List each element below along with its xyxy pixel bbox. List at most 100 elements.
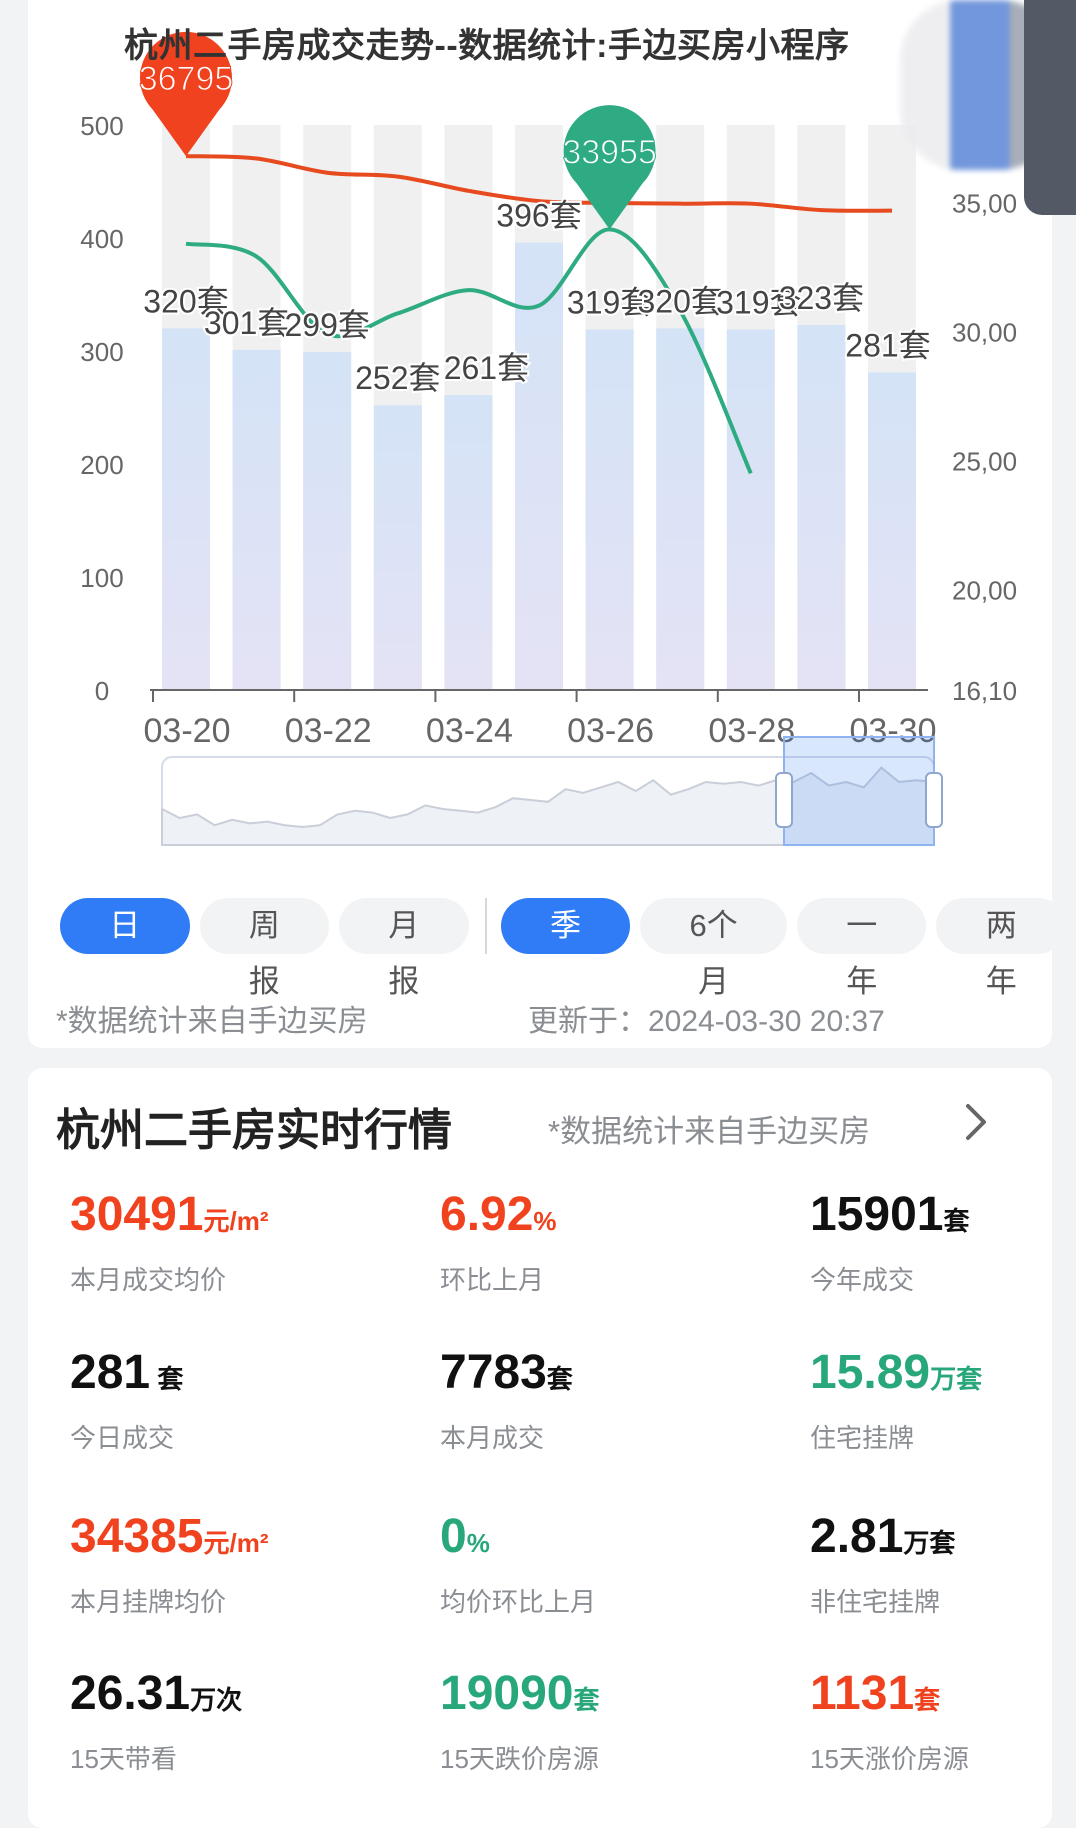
blurred-overlay [1024,0,1076,215]
stat-value: 26.31万次 [70,1665,242,1729]
stat-number: 1131 [810,1667,915,1720]
y-tick-label: 500 [80,111,123,141]
stat-value: 6.92% [440,1186,557,1250]
stat-number: 26.31 [70,1667,191,1720]
stat-value: 0% [440,1508,596,1572]
y-tick-label: 400 [80,224,123,254]
zoom-handle-left[interactable] [775,772,793,828]
chevron-right-icon[interactable] [956,1100,996,1144]
y2-tick-label: 25,00 [952,446,1017,476]
stat-unit: 套 [914,1685,941,1715]
stat-item: 15.89万套 住宅挂牌 [810,1344,982,1455]
stat-unit: 万套 [903,1528,956,1558]
stat-item: 19090套 15天跌价房源 [440,1665,600,1776]
tab-monthly[interactable]: 月报 [339,898,469,999]
peak-marker-label: 33955 [562,133,657,171]
stat-unit: % [533,1206,557,1236]
stat-unit: 元/m² [203,1528,269,1558]
tab-6-months[interactable]: 6个月 [640,898,787,999]
bar [868,372,916,690]
chart-title: 杭州二手房成交走势--数据统计:手边买房小程序 [124,27,850,65]
x-tick-label: 03-20 [144,712,231,750]
stat-label: 本月成交 [440,1423,545,1453]
zoom-selection [783,736,935,846]
stat-value: 7783套 [440,1344,573,1408]
bar [373,405,422,690]
stat-item: 30491元/m² 本月成交均价 [70,1186,269,1297]
market-subtitle: *数据统计来自手边买房 [548,1114,871,1149]
stat-unit: 套 [573,1685,600,1715]
x-tick-label: 03-22 [285,712,372,750]
stat-label: 15天涨价房源 [810,1744,969,1774]
bar [797,325,846,690]
stat-unit: % [466,1528,490,1558]
bar-data-label: 281套 [845,327,930,363]
bar-data-label: 252套 [355,360,440,396]
stat-value: 19090套 [440,1665,600,1729]
stat-item: 1131套 15天涨价房源 [810,1665,969,1776]
y-tick-label: 100 [80,563,123,593]
tab-quarter[interactable]: 季度 [500,898,631,999]
bar-data-label: 299套 [284,307,369,343]
bar [303,352,352,690]
stat-number: 6.92 [440,1188,534,1241]
y-tick-label: 300 [80,337,123,367]
zoom-handle-right[interactable] [925,772,943,828]
period-tabs: 日报 周报 月报 季度 6个月 一年 两年 [60,898,1076,999]
stat-value: 30491元/m² [70,1186,269,1250]
stat-unit: 元/m² [203,1206,269,1236]
stat-value: 15.89万套 [810,1344,982,1408]
stat-label: 本月挂牌均价 [70,1587,227,1617]
stat-item: 15901套今年成交 [810,1186,970,1297]
tab-weekly[interactable]: 周报 [199,898,330,999]
stat-unit: 套 [546,1364,573,1394]
y-tick-label: 200 [80,450,123,480]
stat-number: 34385 [70,1510,204,1563]
bar [656,328,705,690]
bar [726,329,775,690]
tab-1-year[interactable]: 一年 [796,898,927,999]
stat-value: 1131套 [810,1665,969,1729]
stat-item: 34385元/m² 本月挂牌均价 [70,1508,269,1619]
source-note: *数据统计来自手边买房 [56,1005,368,1038]
stat-label: 均价环比上月 [440,1587,597,1617]
stat-item: 281 套今日成交 [70,1344,183,1455]
bar-data-label: 323套 [779,280,864,316]
x-tick-label: 03-24 [426,712,513,750]
tab-2-years[interactable]: 两年 [936,898,1067,999]
y2-tick-label: 35,00 [952,188,1017,218]
stat-item: 26.31万次 15天带看 [70,1665,242,1776]
stat-value: 15901套 [810,1186,970,1250]
y2-tick-label: 20,00 [952,575,1017,605]
stat-item: 0% 均价环比上月 [440,1508,596,1619]
stat-label: 非住宅挂牌 [810,1587,941,1617]
stat-unit: 万套 [930,1364,983,1394]
updated-time: 更新于：2024-03-30 20:37 [528,1005,885,1038]
stat-label: 今年成交 [810,1265,915,1295]
bar-data-label: 396套 [496,198,581,234]
stat-item: 2.81万套非住宅挂牌 [810,1508,955,1619]
bar-data-label: 261套 [444,350,529,386]
stat-label: 今日成交 [70,1423,175,1453]
stat-number: 0 [440,1510,467,1563]
stat-unit: 套 [150,1364,184,1394]
tab-divider [484,898,487,954]
stat-number: 2.81 [810,1510,904,1563]
stat-number: 15.89 [810,1346,931,1399]
stat-number: 19090 [440,1667,574,1720]
stat-item: 7783套 本月成交 [440,1344,573,1455]
tab-daily[interactable]: 日报 [60,898,190,999]
x-tick-label: 03-28 [708,712,795,750]
market-title: 杭州二手房实时行情 [56,1106,452,1155]
stat-number: 7783 [440,1346,547,1399]
stat-number: 30491 [70,1188,204,1241]
stat-label: 15天带看 [70,1744,177,1774]
x-tick-label: 03-26 [567,712,654,750]
bar [232,349,281,690]
stat-value: 34385元/m² [70,1508,269,1572]
bar [444,395,493,690]
stat-label: 环比上月 [440,1265,545,1295]
y-tick-label: 0 [95,676,109,706]
stat-item: 6.92% 环比上月 [440,1186,557,1297]
stat-number: 15901 [810,1188,944,1241]
